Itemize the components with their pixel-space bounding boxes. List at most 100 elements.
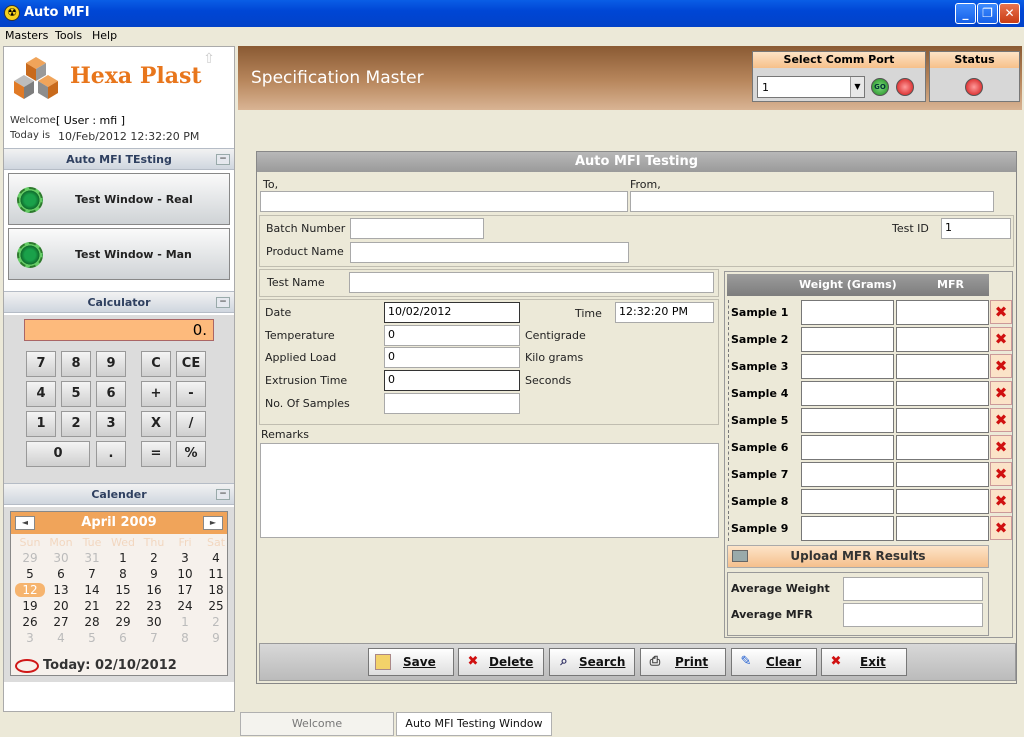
calendar-day[interactable]: 12 xyxy=(15,583,45,597)
calc-key[interactable]: + xyxy=(141,381,171,407)
calc-key[interactable]: X xyxy=(141,411,171,437)
no-of-samples-field[interactable] xyxy=(384,393,520,414)
calendar-day[interactable]: 5 xyxy=(77,631,107,645)
sample-weight-field[interactable] xyxy=(801,462,894,487)
calc-key[interactable]: 1 xyxy=(26,411,56,437)
calendar-day[interactable]: 1 xyxy=(108,551,138,565)
sample-mfr-field[interactable] xyxy=(896,381,989,406)
calc-key[interactable]: 5 xyxy=(61,381,91,407)
go-button[interactable]: GO xyxy=(871,78,889,96)
from-field[interactable] xyxy=(630,191,994,212)
calendar-day[interactable]: 17 xyxy=(170,583,200,597)
calendar-day[interactable]: 30 xyxy=(139,615,169,629)
collapse-icon[interactable]: − xyxy=(216,154,230,165)
upload-mfr-button[interactable]: Upload MFR Results xyxy=(727,545,989,568)
sample-mfr-field[interactable] xyxy=(896,354,989,379)
sample-weight-field[interactable] xyxy=(801,381,894,406)
calc-key[interactable]: 6 xyxy=(96,381,126,407)
sample-weight-field[interactable] xyxy=(801,327,894,352)
test-name-field[interactable] xyxy=(349,272,714,293)
print-button[interactable]: ⎙ Print xyxy=(640,648,726,676)
delete-sample-icon[interactable]: ✖ xyxy=(990,381,1012,405)
calendar-day[interactable]: 27 xyxy=(46,615,76,629)
sample-mfr-field[interactable] xyxy=(896,327,989,352)
calendar-day[interactable]: 7 xyxy=(77,567,107,581)
calendar-day[interactable]: 4 xyxy=(46,631,76,645)
calc-key[interactable]: % xyxy=(176,441,206,467)
calendar-day[interactable]: 30 xyxy=(46,551,76,565)
calendar-prev-button[interactable]: ◄ xyxy=(15,516,35,530)
calendar-today[interactable]: Today: 02/10/2012 xyxy=(43,658,177,673)
calendar-day[interactable]: 4 xyxy=(201,551,231,565)
sample-weight-field[interactable] xyxy=(801,516,894,541)
maximize-button[interactable]: ❐ xyxy=(977,3,998,24)
menu-tools[interactable]: Tools xyxy=(55,29,82,42)
delete-sample-icon[interactable]: ✖ xyxy=(990,489,1012,513)
temperature-field[interactable]: 0 xyxy=(384,325,520,346)
batch-number-field[interactable] xyxy=(350,218,484,239)
calendar-day[interactable]: 15 xyxy=(108,583,138,597)
close-button[interactable]: ✕ xyxy=(999,3,1020,24)
calendar-day[interactable]: 28 xyxy=(77,615,107,629)
clear-button[interactable]: ✎ Clear xyxy=(731,648,817,676)
chevron-down-icon[interactable]: ▼ xyxy=(850,77,864,97)
calc-key[interactable]: = xyxy=(141,441,171,467)
calendar-day[interactable]: 19 xyxy=(15,599,45,613)
exit-button[interactable]: ✖ Exit xyxy=(821,648,907,676)
sample-mfr-field[interactable] xyxy=(896,435,989,460)
collapse-icon[interactable]: − xyxy=(216,297,230,308)
sample-mfr-field[interactable] xyxy=(896,408,989,433)
delete-sample-icon[interactable]: ✖ xyxy=(990,462,1012,486)
calc-key[interactable]: 2 xyxy=(61,411,91,437)
calc-key[interactable]: 8 xyxy=(61,351,91,377)
sample-mfr-field[interactable] xyxy=(896,462,989,487)
calendar-day[interactable]: 13 xyxy=(46,583,76,597)
minimize-button[interactable]: _ xyxy=(955,3,976,24)
calc-key[interactable]: . xyxy=(96,441,126,467)
calc-key[interactable]: 7 xyxy=(26,351,56,377)
calendar-day[interactable]: 29 xyxy=(15,551,45,565)
to-field[interactable] xyxy=(260,191,628,212)
calendar-day[interactable]: 5 xyxy=(15,567,45,581)
calc-key[interactable]: 4 xyxy=(26,381,56,407)
applied-load-field[interactable]: 0 xyxy=(384,347,520,368)
delete-sample-icon[interactable]: ✖ xyxy=(990,408,1012,432)
calc-key[interactable]: 0 xyxy=(26,441,90,467)
test-window-man-button[interactable]: Test Window - Man xyxy=(8,228,230,280)
stop-button[interactable] xyxy=(896,78,914,96)
calendar-day[interactable]: 10 xyxy=(170,567,200,581)
calc-key[interactable]: 3 xyxy=(96,411,126,437)
menu-masters[interactable]: Masters xyxy=(5,29,48,42)
test-window-real-button[interactable]: Test Window - Real xyxy=(8,173,230,225)
delete-sample-icon[interactable]: ✖ xyxy=(990,327,1012,351)
sample-mfr-field[interactable] xyxy=(896,516,989,541)
calendar-day[interactable]: 23 xyxy=(139,599,169,613)
delete-sample-icon[interactable]: ✖ xyxy=(990,516,1012,540)
sample-weight-field[interactable] xyxy=(801,354,894,379)
test-id-field[interactable]: 1 xyxy=(941,218,1011,239)
tab-welcome[interactable]: Welcome xyxy=(240,712,394,736)
calc-key[interactable]: CE xyxy=(176,351,206,377)
calc-key[interactable]: C xyxy=(141,351,171,377)
calendar-day[interactable]: 24 xyxy=(170,599,200,613)
calendar-day[interactable]: 2 xyxy=(139,551,169,565)
sample-weight-field[interactable] xyxy=(801,408,894,433)
calendar-day[interactable]: 11 xyxy=(201,567,231,581)
calendar-day[interactable]: 21 xyxy=(77,599,107,613)
extrusion-time-field[interactable]: 0 xyxy=(384,370,520,391)
calendar-day[interactable]: 3 xyxy=(15,631,45,645)
delete-sample-icon[interactable]: ✖ xyxy=(990,435,1012,459)
calendar-day[interactable]: 16 xyxy=(139,583,169,597)
product-name-field[interactable] xyxy=(350,242,629,263)
calendar-day[interactable]: 18 xyxy=(201,583,231,597)
delete-sample-icon[interactable]: ✖ xyxy=(990,354,1012,378)
calendar-day[interactable]: 7 xyxy=(139,631,169,645)
calc-key[interactable]: - xyxy=(176,381,206,407)
calendar-day[interactable]: 8 xyxy=(108,567,138,581)
sample-weight-field[interactable] xyxy=(801,300,894,325)
scroll-up-icon[interactable]: ⇧ xyxy=(198,51,220,73)
remarks-field[interactable] xyxy=(260,443,719,538)
delete-button[interactable]: ✖ Delete xyxy=(458,648,544,676)
calendar-day[interactable]: 6 xyxy=(46,567,76,581)
calendar-day[interactable]: 29 xyxy=(108,615,138,629)
